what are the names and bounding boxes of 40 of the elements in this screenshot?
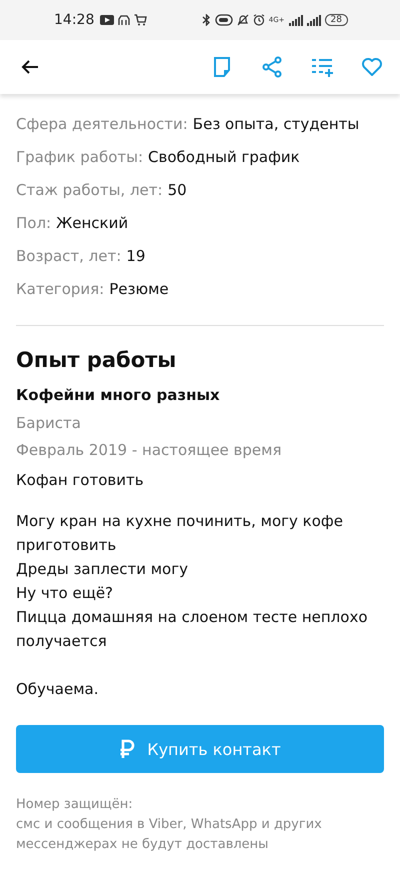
alarm-icon: [252, 14, 265, 26]
notice-text: смс и сообщения в Viber, WhatsApp и других: [16, 816, 323, 834]
muted-bell-icon: [236, 14, 249, 26]
job-duties: Кофан готовить: [16, 470, 145, 491]
description-line: Дреды заплести могу: [16, 559, 189, 580]
field-value: 50: [168, 180, 187, 198]
description-line: Ну что ещё?: [16, 583, 114, 604]
signal-icon: [306, 14, 321, 26]
description-line: Обучаема.: [16, 679, 100, 700]
field-label: Категория:: [16, 280, 104, 298]
signal-icon: [288, 14, 303, 26]
bag-icon: [118, 14, 130, 26]
buy-contact-button[interactable]: Купить контакт: [16, 725, 384, 773]
description-line: Пицца домашняя на слоеном тесте неплохо получается: [16, 607, 368, 652]
bluetooth-icon: [202, 14, 211, 26]
field-value: Без опыта, студенты: [192, 114, 360, 132]
field-label: График работы:: [16, 148, 144, 166]
company-name: Кофейни много разных: [16, 386, 221, 404]
field-label: Сфера деятельности:: [16, 114, 188, 132]
field-label: Стаж работы, лет:: [16, 180, 163, 198]
clock: 14:28: [54, 12, 94, 28]
ruble-icon: [119, 739, 136, 759]
battery-level: 28: [324, 14, 348, 26]
field-value: Женский: [56, 214, 128, 232]
notice-text: мессенджерах не будут доставлены: [16, 836, 270, 854]
cart-icon: [134, 14, 148, 26]
description-line: Могу кран на кухне починить, могу кофе приготовить: [16, 511, 344, 556]
job-position: Бариста: [16, 413, 82, 434]
field-label: Возраст, лет:: [16, 246, 122, 264]
section-title: Опыт работы: [16, 348, 178, 372]
field-value: Резюме: [109, 280, 169, 298]
battery-saver-icon: [214, 14, 233, 26]
heart-icon[interactable]: [360, 55, 384, 79]
notice-text: Номер защищён:: [16, 796, 134, 814]
field-value: Свободный график: [148, 148, 300, 166]
share-icon[interactable]: [260, 55, 284, 79]
field-value: 19: [126, 246, 146, 264]
job-period: Февраль 2019 - настоящее время: [16, 440, 282, 461]
video-icon: [100, 15, 114, 25]
field-label: Пол:: [16, 214, 52, 232]
